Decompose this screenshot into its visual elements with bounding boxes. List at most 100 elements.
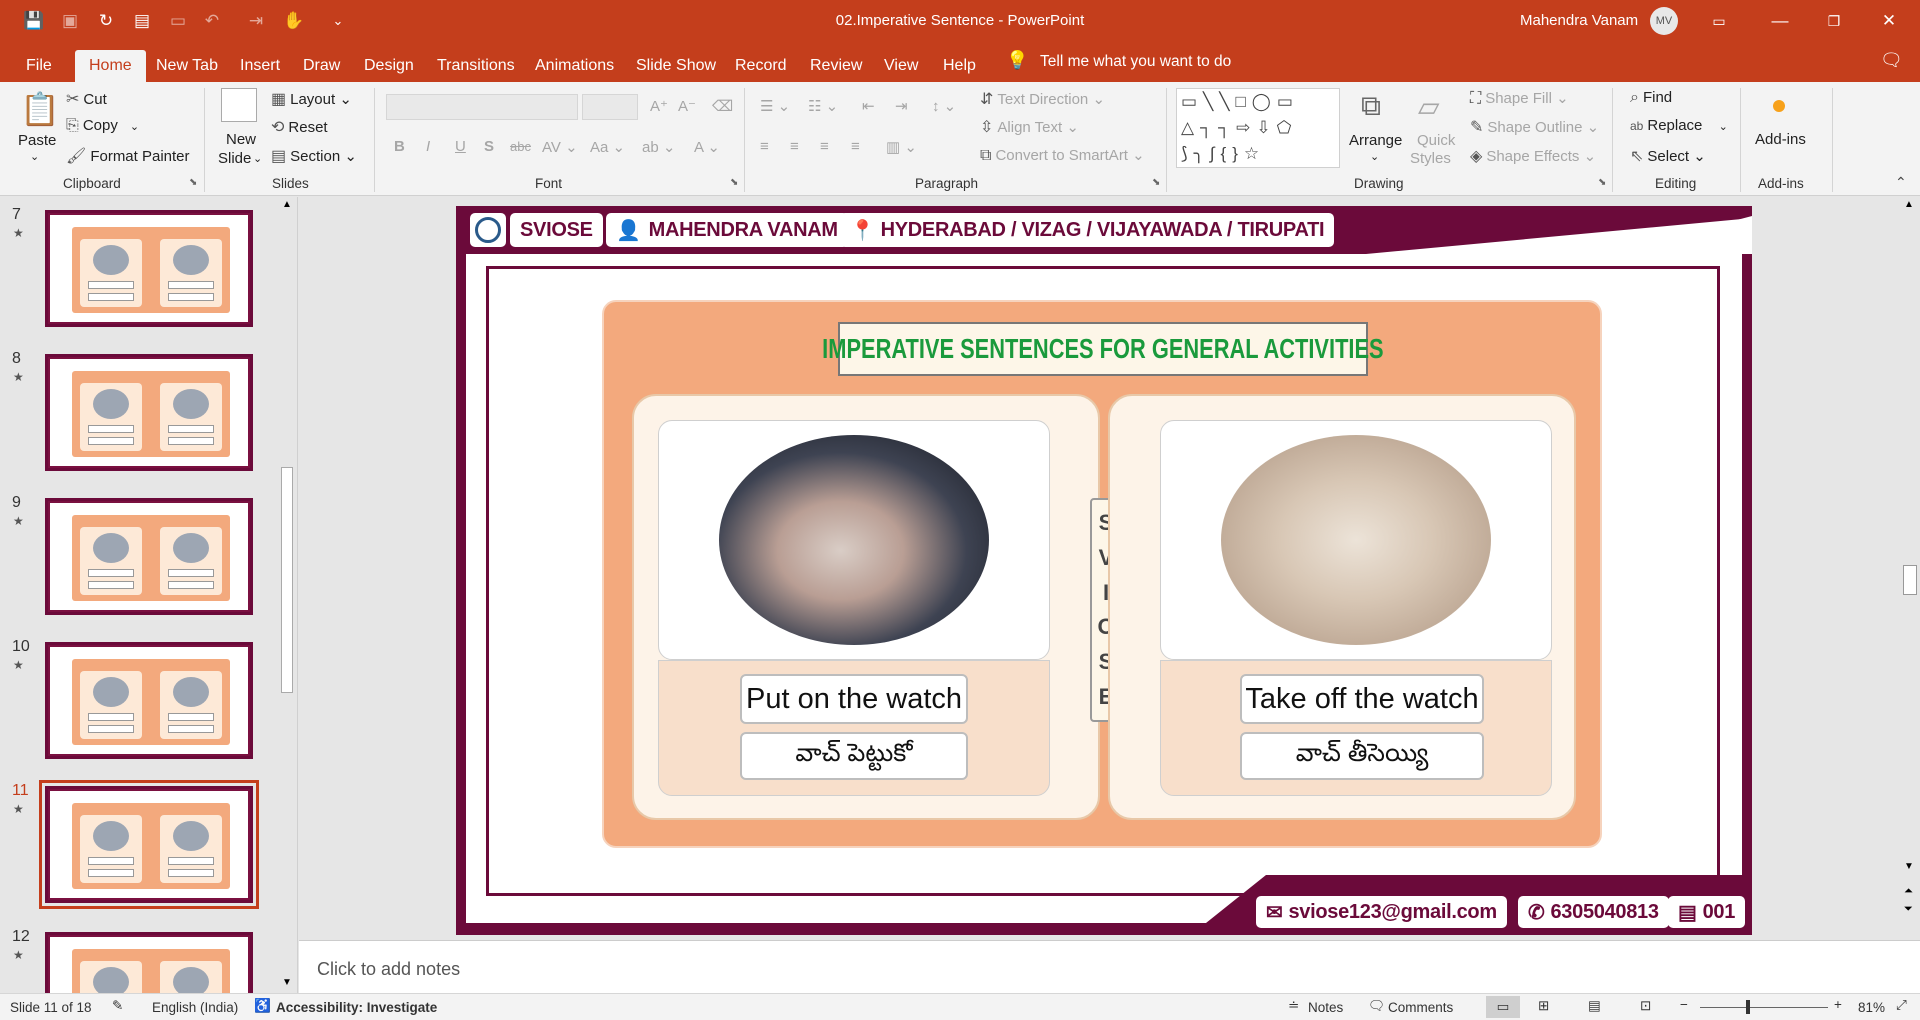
zoom-slider[interactable]	[1700, 1007, 1828, 1008]
tab-animations[interactable]: Animations	[529, 50, 620, 82]
slide-thumbnail[interactable]	[45, 354, 253, 471]
tab-view[interactable]: View	[878, 50, 924, 82]
italic-icon[interactable]: I	[426, 138, 430, 155]
autosave-icon[interactable]: ▣	[58, 9, 82, 33]
new-slide-icon[interactable]	[221, 88, 257, 122]
shape-fill-button[interactable]: ⛶ Shape Fill ⌄	[1470, 89, 1569, 108]
scrollbar-thumb[interactable]	[281, 467, 293, 693]
scroll-down-icon[interactable]: ▼	[1904, 861, 1914, 872]
repeat-icon[interactable]: ↻	[94, 9, 118, 33]
char-spacing-icon[interactable]: AV ⌄	[542, 138, 578, 156]
convert-smartart-button[interactable]: ⧉ Convert to SmartArt ⌄	[980, 146, 1145, 165]
tab-transitions[interactable]: Transitions	[431, 50, 521, 82]
undo-icon[interactable]: ↶	[200, 9, 224, 33]
scroll-down-icon[interactable]: ▼	[282, 977, 292, 988]
bullets-icon[interactable]: ☰ ⌄	[760, 97, 790, 115]
collapse-ribbon-icon[interactable]: ⌃	[1895, 174, 1907, 191]
shapes-gallery[interactable]: ▭╲╲□◯▭ △┐┐⇨⇩⬠ ⟆╮∫{}☆	[1176, 88, 1340, 168]
present-icon[interactable]: ▤	[130, 9, 154, 33]
align-text-button[interactable]: ⇳ Align Text ⌄	[980, 117, 1079, 137]
decrease-font-icon[interactable]: A⁻	[678, 97, 696, 115]
align-left-icon[interactable]: ≡	[760, 138, 769, 155]
find-button[interactable]: ⌕ Find	[1630, 89, 1672, 107]
change-case-icon[interactable]: Aa ⌄	[590, 138, 625, 156]
ribbon-display-icon[interactable]: ▭	[1707, 9, 1731, 33]
accessibility-status[interactable]: Accessibility: Investigate	[276, 1000, 437, 1015]
restore-icon[interactable]: ❐	[1822, 9, 1846, 33]
copy-button[interactable]: ⎘ Copy ⌄	[66, 117, 139, 135]
addins-button[interactable]: Add-ins	[1755, 131, 1806, 148]
reset-button[interactable]: ⟲ Reset	[271, 117, 328, 137]
scroll-up-icon[interactable]: ▲	[1904, 199, 1914, 210]
slide-thumbnail[interactable]	[45, 210, 253, 327]
format-painter-button[interactable]: 🖌 Format Painter	[66, 146, 190, 166]
arrange-button[interactable]: Arrange	[1349, 132, 1402, 149]
increase-font-icon[interactable]: A⁺	[650, 97, 668, 115]
tab-home[interactable]: Home	[75, 50, 146, 82]
tab-review[interactable]: Review	[804, 50, 868, 82]
slide-thumbnail[interactable]	[45, 642, 253, 759]
shape-effects-button[interactable]: ◈ Shape Effects ⌄	[1470, 146, 1596, 166]
slide-thumbnail[interactable]	[39, 780, 259, 909]
text-direction-button[interactable]: ⇵ Text Direction ⌄	[980, 89, 1105, 109]
tab-insert[interactable]: Insert	[234, 50, 286, 82]
user-name[interactable]: Mahendra Vanam	[1520, 12, 1638, 29]
slideshow-icon[interactable]: ⊡	[1640, 998, 1651, 1014]
current-slide[interactable]: IMPERATIVE SENTENCES FOR GENERAL ACTIVIT…	[456, 206, 1752, 935]
customize-toolbar-icon[interactable]: ⌄	[326, 9, 350, 33]
replace-button[interactable]: ab Replace ⌄	[1630, 117, 1728, 134]
quick-styles-button[interactable]: Quick	[1417, 132, 1455, 149]
spellcheck-icon[interactable]: ✎	[112, 998, 123, 1014]
dialog-launcher-icon[interactable]: ⬊	[1598, 177, 1606, 188]
next-slide-icon[interactable]: ⏷	[1904, 903, 1913, 916]
tab-new-tab[interactable]: New Tab	[150, 50, 224, 82]
previous-slide-icon[interactable]: ⏶	[1904, 885, 1913, 898]
scroll-up-icon[interactable]: ▲	[282, 199, 292, 210]
columns-icon[interactable]: ▥ ⌄	[886, 138, 917, 156]
layout-button[interactable]: ▦ Layout ⌄	[271, 89, 352, 109]
cut-button[interactable]: ✂ Cut	[66, 89, 107, 109]
highlight-icon[interactable]: ab ⌄	[642, 138, 675, 156]
canvas-vertical-scrollbar[interactable]: ▲ ▼ ⏶ ⏷	[1900, 197, 1920, 915]
underline-icon[interactable]: U	[455, 138, 466, 155]
paste-button[interactable]: Paste	[18, 132, 56, 149]
fit-to-window-icon[interactable]: ⤢	[1896, 997, 1907, 1013]
paste-dropdown-icon[interactable]: ⌄	[30, 150, 39, 163]
slide-thumbnail[interactable]	[45, 932, 253, 993]
shadow-icon[interactable]: S	[484, 138, 494, 155]
normal-view-icon[interactable]: ▭	[1486, 996, 1520, 1018]
notes-button[interactable]: Notes	[1308, 1000, 1343, 1015]
notes-pane[interactable]: Click to add notes	[299, 940, 1920, 993]
screen-icon[interactable]: ▭	[166, 9, 190, 33]
line-spacing-icon[interactable]: ↕ ⌄	[932, 97, 956, 115]
accessibility-icon[interactable]: ♿	[254, 998, 271, 1014]
tab-record[interactable]: Record	[729, 50, 793, 82]
thumbnail-scrollbar[interactable]: ▲ ▼	[278, 197, 296, 993]
reading-view-icon[interactable]: ▤	[1588, 998, 1601, 1014]
tab-help[interactable]: Help	[937, 50, 982, 82]
tab-draw[interactable]: Draw	[297, 50, 346, 82]
zoom-level[interactable]: 81%	[1858, 1000, 1885, 1015]
save-icon[interactable]: 💾	[22, 9, 46, 33]
quick-styles-button-line2[interactable]: Styles	[1410, 150, 1451, 167]
bold-icon[interactable]: B	[394, 138, 405, 155]
slide-sorter-icon[interactable]: ⊞	[1538, 998, 1549, 1014]
select-button[interactable]: ⇖ Select ⌄	[1630, 146, 1706, 166]
notes-icon[interactable]: ≐	[1288, 998, 1299, 1014]
zoom-in-icon[interactable]: +	[1834, 997, 1842, 1012]
redo-icon[interactable]: ⇥	[244, 9, 268, 33]
tab-design[interactable]: Design	[358, 50, 420, 82]
comments-icon[interactable]: 🗨	[1880, 50, 1903, 71]
close-icon[interactable]: ✕	[1877, 9, 1901, 33]
zoom-slider-thumb[interactable]	[1746, 1000, 1750, 1014]
language-status[interactable]: English (India)	[152, 1000, 238, 1015]
section-button[interactable]: ▤ Section ⌄	[271, 146, 357, 166]
tab-slide-show[interactable]: Slide Show	[630, 50, 722, 82]
font-size-dropdown[interactable]	[582, 94, 638, 120]
new-slide-button[interactable]: New	[226, 131, 256, 148]
zoom-out-icon[interactable]: −	[1680, 997, 1688, 1012]
align-right-icon[interactable]: ≡	[820, 138, 829, 155]
justify-icon[interactable]: ≡	[851, 138, 860, 155]
dialog-launcher-icon[interactable]: ⬊	[1152, 177, 1160, 188]
slide-thumbnail[interactable]	[45, 498, 253, 615]
